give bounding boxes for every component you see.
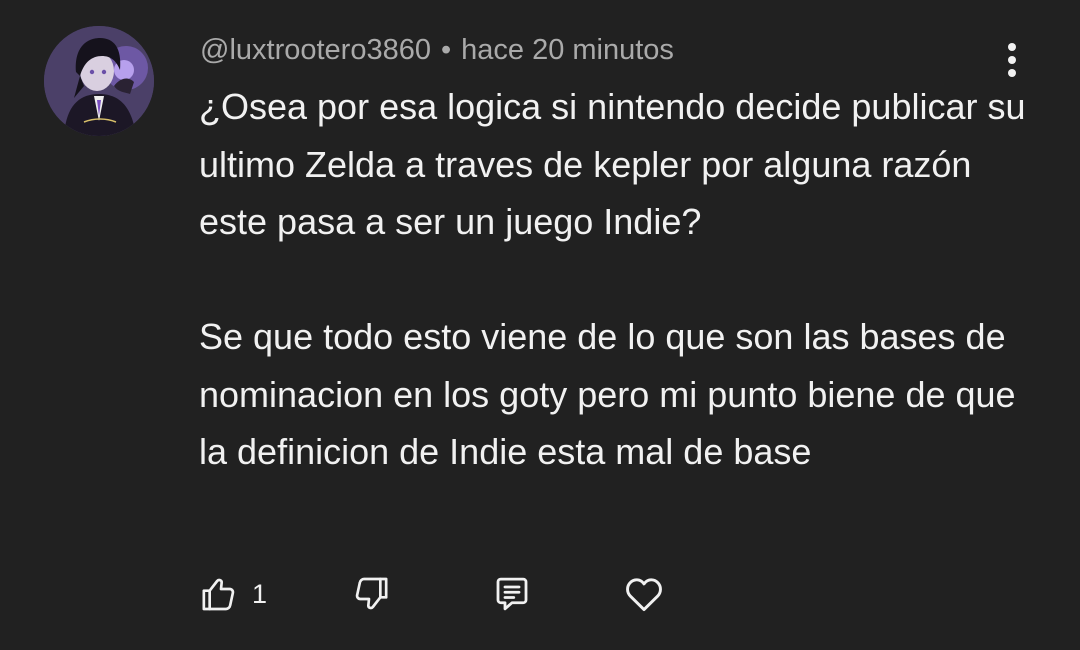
more-options-button[interactable] [990, 38, 1034, 82]
heart-button[interactable] [622, 570, 666, 618]
like-button[interactable]: 1 [198, 570, 267, 618]
dislike-button[interactable] [352, 570, 392, 618]
reply-icon [491, 573, 533, 615]
comment-paragraph: ¿Osea por esa logica si nintendo decide … [199, 86, 1026, 242]
avatar[interactable] [44, 26, 154, 136]
more-vertical-icon [1008, 43, 1016, 51]
comment-paragraph: Se que todo esto viene de lo que son las… [199, 316, 1016, 472]
more-vertical-icon-dot [1008, 69, 1016, 77]
comment: @luxtrootero3860 • hace 20 minutos ¿Osea… [0, 0, 1080, 650]
thumbs-down-icon [352, 574, 392, 614]
comment-timestamp[interactable]: hace 20 minutos [461, 34, 674, 67]
author-name[interactable]: @luxtrootero3860 [200, 34, 431, 67]
heart-icon [622, 572, 666, 616]
thumbs-up-icon [198, 574, 238, 614]
comment-meta: @luxtrootero3860 • hace 20 minutos [200, 30, 674, 70]
reply-button[interactable] [491, 570, 533, 618]
comment-text: ¿Osea por esa logica si nintendo decide … [199, 78, 1039, 481]
like-count: 1 [252, 578, 268, 609]
more-vertical-icon-dot [1008, 56, 1016, 64]
comment-actions: 1 [198, 570, 718, 618]
meta-separator: • [440, 33, 452, 66]
